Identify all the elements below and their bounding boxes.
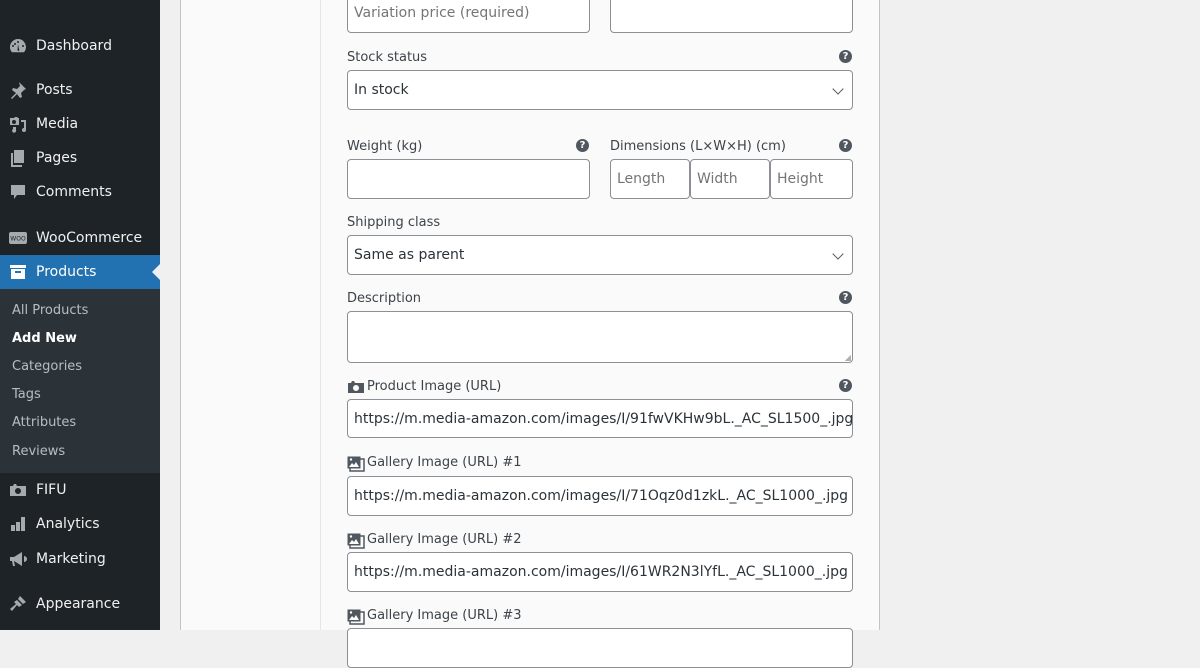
products-submenu: All Products Add New Categories Tags Att… [0,289,160,473]
sidebar-item-label: WooCommerce [36,230,143,246]
sidebar-item-label: Posts [36,82,73,98]
dimensions-label: Dimensions (L×W×H) (cm) [610,139,786,154]
help-icon[interactable]: ? [839,50,852,63]
chevron-down-icon [832,248,844,260]
weight-label: Weight (kg) [347,139,423,154]
svg-text:WOO: WOO [10,236,26,243]
gallery-icon [347,533,365,549]
sidebar-item-dashboard[interactable]: Dashboard [0,29,160,63]
gallery-image-1-url-value: https://m.media-amazon.com/images/I/71Oq… [354,488,849,504]
gallery-image-2-url-value: https://m.media-amazon.com/images/I/61WR… [354,564,848,580]
submenu-add-new[interactable]: Add New [12,331,77,346]
weight-input[interactable] [347,159,590,199]
sidebar-item-label: Media [36,116,79,132]
gallery-image-3-url-input[interactable] [347,628,853,668]
submenu-all-products[interactable]: All Products [12,303,88,318]
description-label: Description [347,291,422,306]
sidebar-item-label: Dashboard [36,38,112,54]
stock-status-label: Stock status [347,50,428,65]
length-input[interactable]: Length [610,159,690,199]
length-placeholder: Length [617,171,666,187]
sidebar-item-label: Appearance [36,596,121,612]
sidebar-item-label: FIFU [36,482,67,498]
camera-icon [347,380,365,394]
sidebar-item-pages[interactable]: Pages [0,141,160,175]
sale-price-input[interactable] [610,0,853,33]
sidebar-item-products[interactable]: Products [0,255,160,289]
description-textarea[interactable] [347,311,853,363]
stock-status-select[interactable]: In stock [347,70,853,110]
product-image-url-input[interactable]: https://m.media-amazon.com/images/I/91fw… [347,399,853,438]
gallery-icon [347,456,365,472]
product-image-label-text: Product Image (URL) [367,379,502,394]
product-image-label: Product Image (URL) [347,379,501,394]
admin-sidebar: Dashboard Posts Media Pages Comments WOO… [0,0,160,630]
gallery-image-1-label: Gallery Image (URL) #1 [347,455,522,472]
panel-divider [320,0,321,630]
resize-handle[interactable] [845,355,851,361]
sidebar-item-woocommerce[interactable]: WOO WooCommerce [0,221,160,255]
chevron-down-icon [832,83,844,95]
shipping-class-select[interactable]: Same as parent [347,235,853,275]
height-input[interactable]: Height [770,159,853,199]
pages-icon [0,148,36,168]
variation-price-placeholder: Variation price (required) [354,4,530,21]
comment-icon [0,182,36,202]
gallery-icon [347,609,365,625]
sidebar-item-label: Pages [36,150,78,166]
gallery-image-3-label-text: Gallery Image (URL) #3 [367,608,522,623]
pin-icon [0,80,36,100]
width-input[interactable]: Width [690,159,770,199]
product-image-url-value: https://m.media-amazon.com/images/I/91fw… [354,410,853,427]
help-icon[interactable]: ? [839,139,852,152]
shipping-class-value: Same as parent [354,247,465,263]
active-indicator [152,264,160,280]
sidebar-item-label: Marketing [36,551,106,567]
sidebar-item-fifu[interactable]: FIFU [0,473,160,507]
shipping-class-label: Shipping class [347,215,441,230]
submenu-reviews[interactable]: Reviews [12,444,65,459]
help-icon[interactable]: ? [839,379,852,392]
woo-icon: WOO [0,228,36,248]
gallery-image-1-label-text: Gallery Image (URL) #1 [367,455,522,470]
variation-price-input[interactable]: Variation price (required) [347,0,590,33]
stock-status-value: In stock [354,82,409,98]
bar-chart-icon [0,514,36,534]
gallery-image-2-label-text: Gallery Image (URL) #2 [367,532,522,547]
submenu-tags[interactable]: Tags [12,387,41,402]
gallery-image-2-label: Gallery Image (URL) #2 [347,532,522,549]
gallery-image-1-url-input[interactable]: https://m.media-amazon.com/images/I/71Oq… [347,476,853,516]
submenu-categories[interactable]: Categories [12,359,82,374]
sidebar-item-appearance[interactable]: Appearance [0,587,160,621]
sidebar-item-posts[interactable]: Posts [0,73,160,107]
gallery-image-3-label: Gallery Image (URL) #3 [347,608,522,625]
sidebar-item-comments[interactable]: Comments [0,175,160,209]
sidebar-item-label: Products [36,264,97,280]
content-gutter [160,0,180,630]
dashboard-icon [0,36,36,56]
archive-icon [0,262,36,282]
submenu-attributes[interactable]: Attributes [12,415,76,430]
sidebar-item-label: Comments [36,184,112,200]
help-icon[interactable]: ? [576,139,589,152]
sidebar-item-label: Analytics [36,516,100,532]
media-icon [0,114,36,134]
megaphone-icon [0,549,36,569]
sidebar-item-analytics[interactable]: Analytics [0,507,160,541]
sidebar-item-marketing[interactable]: Marketing [0,542,160,576]
help-icon[interactable]: ? [839,291,852,304]
paintbrush-icon [0,594,36,614]
width-placeholder: Width [697,171,738,187]
sidebar-item-media[interactable]: Media [0,107,160,141]
gallery-image-2-url-input[interactable]: https://m.media-amazon.com/images/I/61WR… [347,552,853,592]
height-placeholder: Height [777,171,824,187]
camera-icon [0,480,36,500]
